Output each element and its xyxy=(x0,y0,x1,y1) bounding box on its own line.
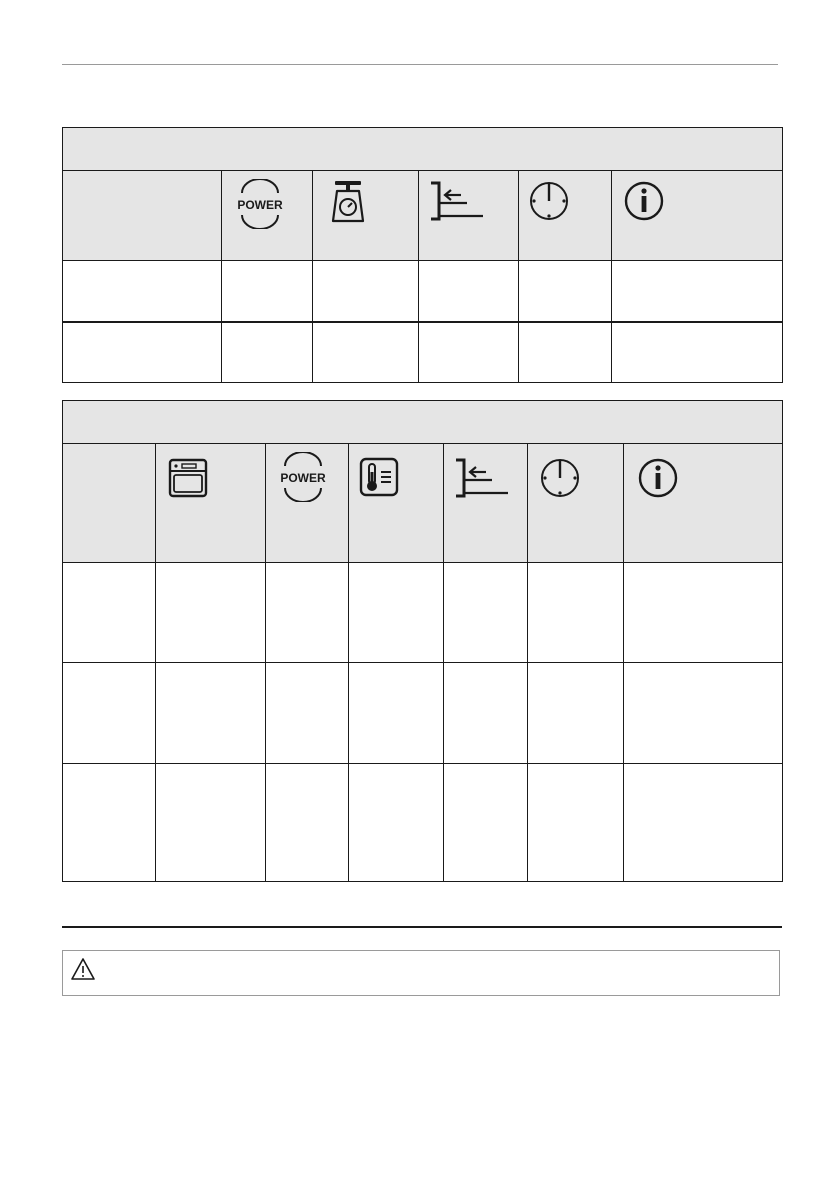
table2-cell xyxy=(443,662,528,764)
power-icon: POWER xyxy=(280,452,326,502)
shelf-position-icon xyxy=(431,181,483,221)
table1-cell xyxy=(221,320,313,383)
header-rule xyxy=(62,64,778,65)
table1-header-shelf xyxy=(418,170,519,261)
power-icon-label: POWER xyxy=(280,471,326,485)
table2-cell xyxy=(443,763,528,882)
microwave-settings-table: POWER xyxy=(61,127,784,383)
table2-cell xyxy=(348,662,444,764)
table1-title xyxy=(61,127,784,171)
power-icon-label: POWER xyxy=(237,198,283,212)
combination-settings-table: POWER xyxy=(61,400,784,882)
shelf-position-icon xyxy=(456,458,508,498)
warning-triangle-icon xyxy=(71,958,95,980)
table2-row xyxy=(62,763,784,882)
table1-cell xyxy=(418,260,519,322)
oven-function-icon xyxy=(168,458,208,498)
table1-header-power: POWER xyxy=(221,170,313,261)
table1-cell xyxy=(312,260,419,322)
table1-cell xyxy=(312,320,419,383)
table2-cell xyxy=(622,562,784,663)
table2-header-info xyxy=(622,443,784,563)
table2-title xyxy=(61,400,784,444)
warning-box xyxy=(62,950,780,996)
table2-row xyxy=(62,662,784,764)
table1-cell xyxy=(221,260,313,322)
table2-cell xyxy=(622,662,784,764)
table2-cell xyxy=(443,562,528,663)
table1-header-food xyxy=(62,170,222,261)
table2-cell xyxy=(155,662,266,764)
table2-cell xyxy=(527,562,624,663)
table2-cell xyxy=(527,763,624,882)
table2-header-temperature xyxy=(348,443,444,563)
table1-row xyxy=(62,260,784,322)
table2-cell xyxy=(348,763,444,882)
table1-cell xyxy=(518,260,612,322)
table1-cell xyxy=(518,320,612,383)
table2-header-time xyxy=(527,443,624,563)
temperature-icon xyxy=(359,457,399,497)
table1-cell xyxy=(418,320,519,383)
info-icon xyxy=(624,181,664,221)
table2-cell xyxy=(62,662,156,764)
table1-row xyxy=(62,320,784,383)
table1-cell xyxy=(610,320,784,383)
table2-cell xyxy=(62,562,156,663)
clock-icon xyxy=(541,459,579,497)
clock-icon xyxy=(530,182,568,220)
table2-header-power: POWER xyxy=(265,443,349,563)
weight-scale-icon xyxy=(331,181,365,223)
table1-header-time xyxy=(518,170,612,261)
power-icon: POWER xyxy=(237,179,283,229)
table2-cell xyxy=(155,763,266,882)
table1-cell xyxy=(62,260,222,322)
section-divider xyxy=(62,926,782,928)
info-icon xyxy=(638,458,678,498)
table2-cell xyxy=(348,562,444,663)
table2-header-shelf xyxy=(443,443,528,563)
table2-cell xyxy=(265,662,349,764)
table2-cell xyxy=(527,662,624,764)
table1-header-weight xyxy=(312,170,419,261)
table1-header-info xyxy=(610,170,784,261)
table2-row xyxy=(62,562,784,663)
table2-cell xyxy=(265,562,349,663)
table2-header-food xyxy=(62,443,156,563)
table2-header-oven-function xyxy=(155,443,266,563)
table1-cell xyxy=(62,320,222,383)
table2-cell xyxy=(155,562,266,663)
table1-cell xyxy=(610,260,784,322)
table2-cell xyxy=(62,763,156,882)
table2-cell xyxy=(622,763,784,882)
table2-cell xyxy=(265,763,349,882)
